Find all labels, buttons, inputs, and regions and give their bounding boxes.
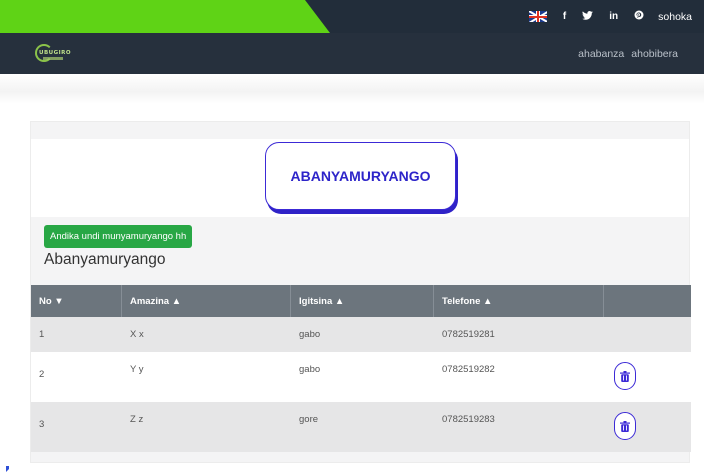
page-title: ABANYAMURYANGO (290, 168, 431, 184)
linkedin-icon[interactable]: in (609, 11, 618, 22)
uk-flag-icon[interactable] (528, 11, 547, 22)
trash-icon (620, 420, 630, 432)
nav-link-ahabanza[interactable]: ahabanza (578, 48, 624, 60)
table-row: 1 X x gabo 0782519281 (31, 317, 691, 352)
delete-button[interactable] (614, 362, 636, 390)
facebook-icon[interactable]: f (563, 11, 566, 22)
site-logo[interactable]: UBUGIRO (33, 43, 85, 65)
cell-phone: 0782519281 (442, 329, 495, 340)
header-shadow (0, 74, 704, 104)
logo-text: UBUGIRO (39, 50, 72, 56)
cell-name: Z z (130, 414, 144, 425)
cell-phone: 0782519282 (442, 364, 495, 375)
table-row: 3 Z z gore 0782519283 (31, 402, 691, 452)
column-header-no[interactable]: No ▼ (31, 285, 122, 317)
social-links: f in sohoka (528, 0, 692, 33)
title-strip: ABANYAMURYANGO (31, 139, 689, 217)
top-bar: f in sohoka (0, 0, 704, 33)
page-title-box: ABANYAMURYANGO (265, 142, 456, 210)
delete-button[interactable] (614, 412, 636, 440)
cell-no: 3 (39, 419, 45, 430)
cell-no: 1 (39, 329, 45, 340)
cell-gender: gabo (299, 364, 321, 375)
column-header-igitsina[interactable]: Igitsina ▲ (291, 285, 434, 317)
table-row: 2 Y y gabo 0782519282 (31, 352, 691, 402)
pinterest-icon[interactable] (634, 10, 644, 23)
main-navbar: UBUGIRO ahabanza ahobibera (0, 33, 704, 74)
column-header-telefone[interactable]: Telefone ▲ (434, 285, 604, 317)
cell-actions (604, 317, 691, 352)
cell-name: X x (130, 329, 144, 340)
section-title: Abanyamuryango (44, 251, 166, 268)
cell-gender: gore (299, 414, 319, 425)
cell-phone: 0782519283 (442, 414, 495, 425)
cell-no: 2 (39, 369, 45, 380)
cell-name: Y y (130, 364, 144, 375)
cell-actions (604, 352, 691, 402)
members-card: ABANYAMURYANGO Andika undi munyamuryango… (30, 121, 691, 463)
top-bar-green-accent (0, 0, 330, 33)
trash-icon (620, 370, 630, 382)
cell-gender: gabo (299, 329, 321, 340)
logo-underline (43, 57, 63, 60)
nav-link-ahobibera[interactable]: ahobibera (631, 48, 678, 60)
corner-mark (6, 466, 12, 472)
login-link[interactable]: sohoka (658, 11, 692, 23)
add-member-button[interactable]: Andika undi munyamuryango hh (44, 225, 193, 248)
twitter-icon[interactable] (582, 10, 594, 23)
column-header-amazina[interactable]: Amazina ▲ (122, 285, 291, 317)
column-header-actions (604, 285, 691, 317)
members-table: No ▼ Amazina ▲ Igitsina ▲ Telefone ▲ 1 X… (31, 285, 691, 452)
nav-links: ahabanza ahobibera (571, 33, 678, 74)
cell-actions (604, 402, 691, 452)
table-header: No ▼ Amazina ▲ Igitsina ▲ Telefone ▲ (31, 285, 691, 317)
